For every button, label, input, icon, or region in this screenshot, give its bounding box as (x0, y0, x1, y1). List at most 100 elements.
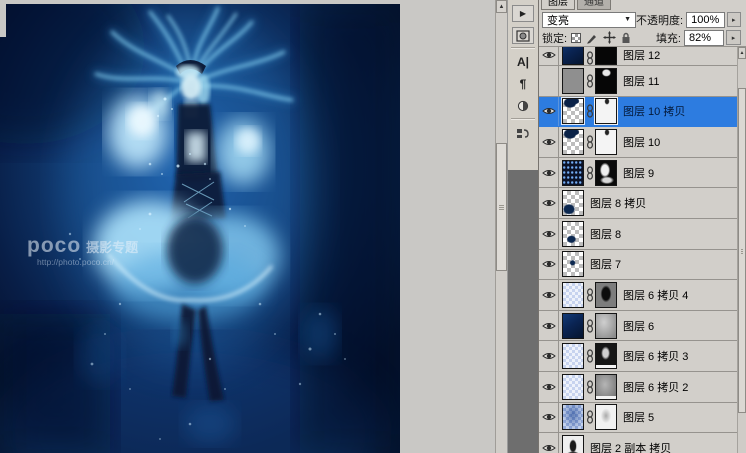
layer-mask-thumbnail[interactable] (595, 343, 617, 370)
fill-value-field[interactable]: 82% (684, 29, 724, 46)
layer-row[interactable]: 图层 7 (539, 249, 737, 281)
eye-icon (541, 261, 556, 268)
document-vertical-scrollbar[interactable]: ▲ (495, 0, 507, 453)
lock-transparency-icon[interactable] (571, 32, 582, 43)
layer-mask-thumbnail[interactable] (595, 159, 617, 186)
layer-row[interactable]: 图层 11 (539, 66, 737, 97)
visibility-toggle[interactable] (539, 66, 559, 96)
layers-scroll-up-button[interactable]: ▲ (738, 47, 746, 59)
adjustments-panel-icon[interactable] (512, 97, 534, 115)
character-panel-icon[interactable]: A| (512, 53, 534, 71)
masks-panel-icon[interactable] (512, 27, 534, 44)
layer-mask-thumbnail[interactable] (595, 98, 617, 125)
layer-name: 图层 2 副本 拷贝 (590, 442, 672, 453)
opacity-slider-button[interactable]: ▸ (726, 12, 741, 27)
tab-layers[interactable]: 图层 (541, 0, 575, 10)
visibility-toggle[interactable] (539, 249, 559, 280)
visibility-toggle[interactable] (539, 433, 559, 453)
layer-thumbnail[interactable] (562, 159, 584, 186)
layer-thumbnail[interactable] (562, 220, 584, 247)
eye-icon (541, 138, 556, 145)
layer-thumbnail[interactable] (562, 373, 584, 400)
dock-separator (511, 47, 535, 49)
visibility-toggle[interactable] (539, 341, 559, 371)
layer-thumbnail[interactable] (562, 190, 584, 217)
lock-pixels-brush-icon[interactable] (586, 32, 598, 44)
mask-shape-icon (516, 29, 530, 42)
visibility-toggle[interactable] (539, 402, 559, 433)
dock-separator (511, 118, 535, 120)
layer-row[interactable]: 图层 9 (539, 157, 737, 189)
layer-name: 图层 6 拷贝 2 (623, 381, 689, 394)
canvas-image[interactable]: poco 摄影专题 http://photo.poco.cn/ (0, 4, 400, 453)
layer-row[interactable]: 图层 6 拷贝 2 (539, 371, 737, 403)
visibility-toggle[interactable] (539, 310, 559, 341)
paragraph-glyph: ¶ (519, 77, 527, 91)
visibility-toggle[interactable] (539, 96, 559, 127)
layer-row[interactable]: 图层 8 拷贝 (539, 188, 737, 219)
layer-thumbnail[interactable] (562, 312, 584, 339)
layer-mask-thumbnail[interactable] (595, 67, 617, 94)
layer-thumbnail[interactable] (562, 434, 584, 453)
eye-icon (541, 108, 556, 115)
layer-name: 图层 12 (623, 50, 661, 62)
layer-row[interactable]: 图层 10 (539, 127, 737, 158)
artwork-figure (0, 4, 400, 453)
panel-dock: ▶ A| ¶ (507, 0, 538, 453)
visibility-toggle[interactable] (539, 188, 559, 218)
scroll-up-button[interactable]: ▲ (496, 0, 507, 13)
layer-name: 图层 11 (623, 75, 660, 88)
clone-source-panel-icon[interactable] (512, 124, 534, 142)
layer-thumbnail[interactable] (562, 98, 584, 125)
layer-mask-thumbnail[interactable] (595, 312, 617, 339)
layer-name: 图层 9 (623, 167, 655, 180)
layer-mask-thumbnail[interactable] (595, 281, 617, 308)
layer-thumbnail[interactable] (562, 47, 584, 65)
layer-thumbnail[interactable] (562, 67, 584, 94)
layer-mask-thumbnail[interactable] (595, 47, 617, 65)
fill-slider-button[interactable]: ▸ (726, 30, 741, 45)
visibility-toggle[interactable] (539, 127, 559, 157)
paragraph-panel-icon[interactable]: ¶ (512, 75, 534, 93)
layer-row[interactable]: 图层 6 拷贝 3 (539, 341, 737, 372)
layer-row[interactable]: 图层 6 (539, 310, 737, 342)
visibility-toggle[interactable] (539, 371, 559, 402)
layer-row[interactable]: 图层 10 拷贝 (539, 96, 737, 128)
visibility-toggle[interactable] (539, 157, 559, 188)
layer-row[interactable]: 图层 6 拷贝 4 (539, 280, 737, 311)
visibility-toggle[interactable] (539, 280, 559, 310)
document-scrollbar-thumb[interactable] (496, 143, 507, 271)
layers-scrollbar-thumb[interactable] (738, 88, 746, 413)
layer-thumbnail[interactable] (562, 343, 584, 370)
layers-scrollbar[interactable]: ▲ (737, 47, 746, 453)
eye-icon (541, 230, 556, 237)
link-icon (584, 349, 595, 363)
tab-channels[interactable]: 通道 (577, 0, 611, 10)
layer-mask-thumbnail[interactable] (595, 373, 617, 400)
layer-row[interactable]: 图层 8 (539, 218, 737, 250)
visibility-toggle[interactable] (539, 47, 559, 65)
blend-mode-value: 变亮 (547, 14, 569, 27)
layer-thumbnail[interactable] (562, 251, 584, 278)
layer-row[interactable]: 图层 12 (539, 47, 737, 66)
layer-mask-thumbnail[interactable] (595, 128, 617, 155)
watermark-suffix: 摄影专题 (86, 240, 139, 255)
actions-panel-icon[interactable]: ▶ (512, 5, 534, 22)
layer-name: 图层 8 (590, 228, 622, 241)
layer-name: 图层 6 (623, 320, 655, 333)
scrollbar-grip (499, 205, 504, 210)
half-circle-icon (517, 100, 529, 112)
lock-position-move-icon[interactable] (603, 31, 617, 44)
layer-row[interactable]: 图层 5 (539, 402, 737, 434)
opacity-value-field[interactable]: 100% (686, 11, 725, 28)
layer-thumbnail[interactable] (562, 404, 584, 431)
visibility-toggle[interactable] (539, 218, 559, 249)
layer-mask-thumbnail[interactable] (595, 404, 617, 431)
layer-thumbnail[interactable] (562, 128, 584, 155)
link-icon (584, 51, 595, 65)
watermark-url: http://photo.poco.cn/ (37, 257, 115, 267)
layer-thumbnail[interactable] (562, 281, 584, 308)
blend-mode-select[interactable]: 变亮 ▼ (542, 11, 637, 28)
layer-row[interactable]: 图层 2 副本 拷贝 (539, 433, 737, 453)
lock-all-padlock-icon[interactable] (621, 32, 631, 44)
